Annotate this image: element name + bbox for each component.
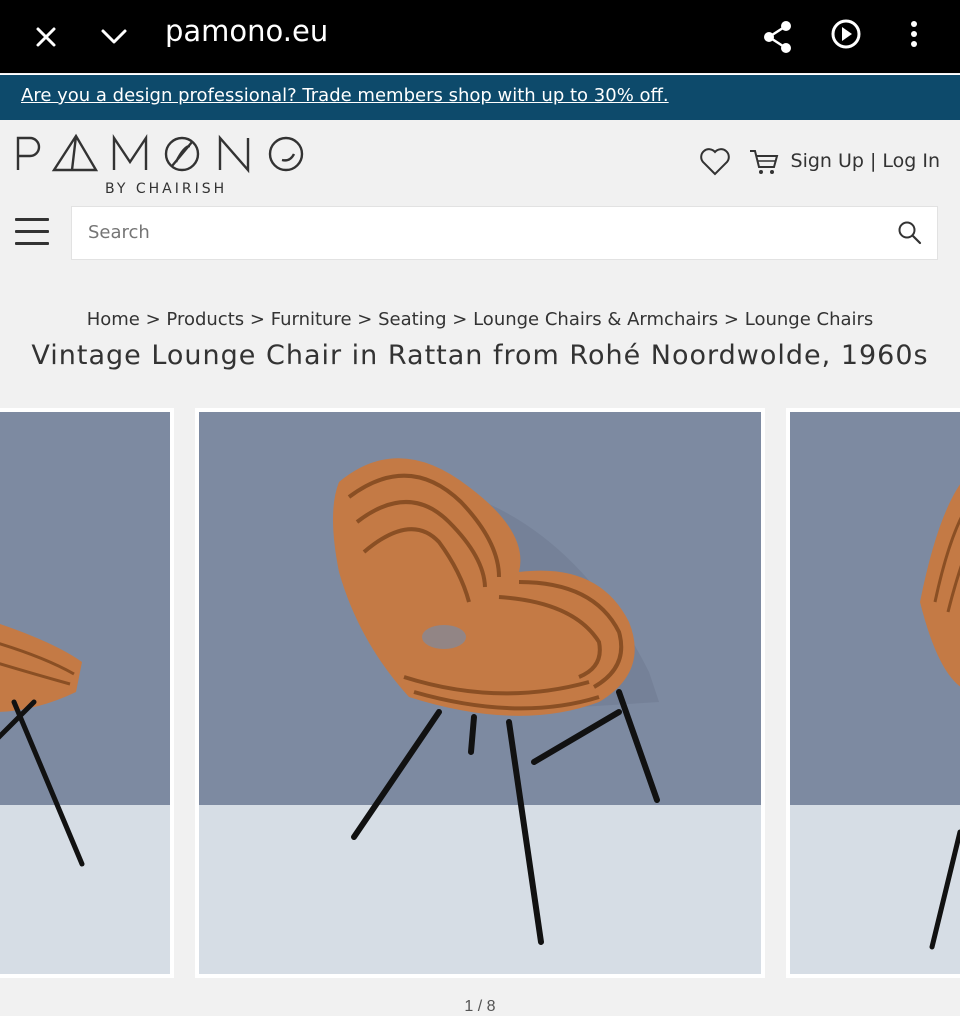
breadcrumb-divider: > xyxy=(452,309,468,330)
logo-subtitle: BY CHAIRISH xyxy=(105,181,228,197)
product-title: Vintage Lounge Chair in Rattan from Rohé… xyxy=(31,340,929,371)
auth-separator: | xyxy=(869,150,877,172)
breadcrumb-divider: > xyxy=(723,309,739,330)
breadcrumb-lounge-chairs[interactable]: Lounge Chairs xyxy=(745,309,874,330)
more-vert-icon[interactable] xyxy=(894,17,934,57)
hamburger-menu-icon[interactable] xyxy=(15,218,49,248)
cart-icon[interactable] xyxy=(748,147,780,177)
gallery-slide-previous[interactable] xyxy=(0,408,174,978)
breadcrumb-seating[interactable]: Seating xyxy=(378,309,446,330)
pamono-logo[interactable] xyxy=(14,132,309,181)
auth-links: Sign Up | Log In xyxy=(791,150,940,172)
share-icon[interactable] xyxy=(758,17,798,57)
gallery-slide-current[interactable] xyxy=(195,408,765,978)
product-photo xyxy=(199,412,761,974)
trade-banner: Are you a design professional? Trade mem… xyxy=(0,74,960,120)
heart-icon[interactable] xyxy=(699,147,731,177)
search-box xyxy=(71,206,938,260)
close-icon[interactable] xyxy=(26,17,66,57)
breadcrumb-divider: > xyxy=(249,309,265,330)
gallery-slide-next[interactable] xyxy=(786,408,960,978)
breadcrumb-furniture[interactable]: Furniture xyxy=(271,309,352,330)
breadcrumb-divider: > xyxy=(145,309,161,330)
breadcrumb-divider: > xyxy=(357,309,373,330)
gallery-counter: 1 / 8 xyxy=(464,998,496,1015)
breadcrumb-products[interactable]: Products xyxy=(166,309,244,330)
logo-wordmark xyxy=(16,133,304,174)
breadcrumb-home[interactable]: Home xyxy=(87,309,140,330)
chevron-down-icon[interactable] xyxy=(94,17,134,57)
play-circle-icon[interactable] xyxy=(826,17,866,57)
browser-toolbar: pamono.eu xyxy=(0,0,960,73)
product-photo xyxy=(790,412,960,974)
signup-link[interactable]: Sign Up xyxy=(791,150,864,172)
breadcrumb-lounge-armchairs[interactable]: Lounge Chairs & Armchairs xyxy=(473,309,718,330)
trade-banner-link[interactable]: Are you a design professional? Trade mem… xyxy=(21,85,669,106)
breadcrumb: Home > Products > Furniture > Seating > … xyxy=(0,309,960,330)
url-text[interactable]: pamono.eu xyxy=(165,14,328,48)
login-link[interactable]: Log In xyxy=(882,150,940,172)
product-photo xyxy=(0,412,170,974)
search-input[interactable] xyxy=(86,221,870,244)
search-icon[interactable] xyxy=(897,220,923,246)
